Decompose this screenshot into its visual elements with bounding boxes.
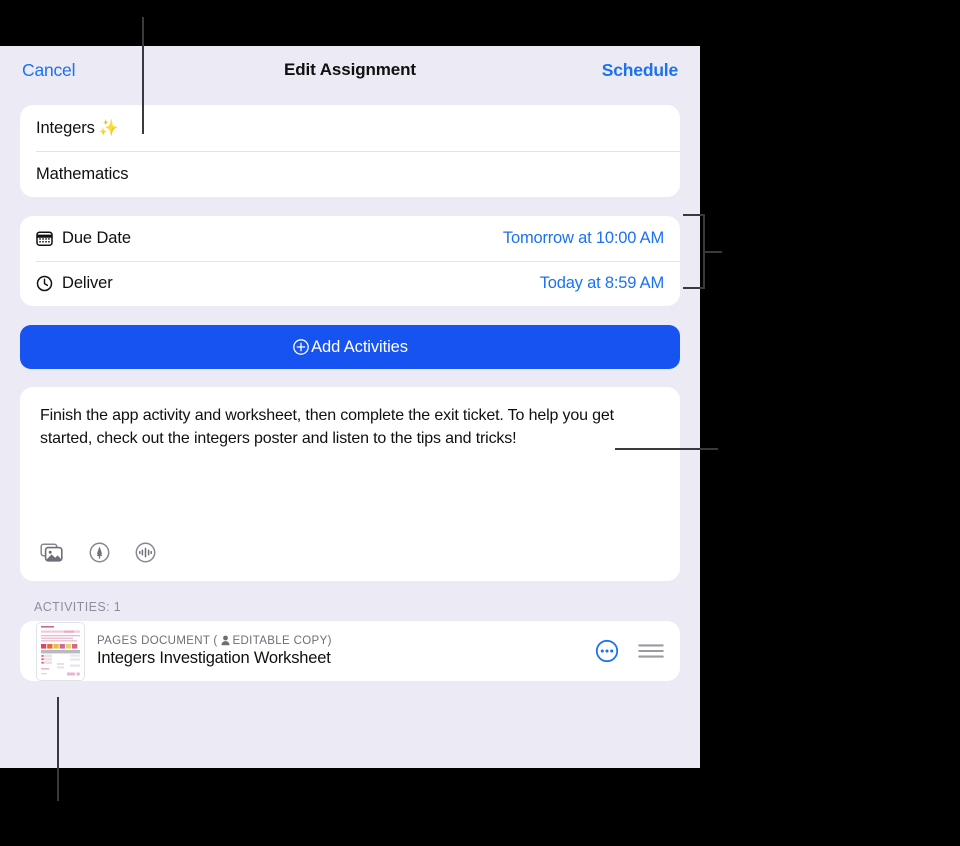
activity-thumbnail-callout-line — [57, 697, 59, 801]
deliver-label: Deliver — [62, 274, 113, 292]
activities-section-label: ACTIVITIES: 1 — [34, 600, 122, 614]
class-name-value: Mathematics — [36, 164, 129, 183]
page-title: Edit Assignment — [284, 60, 416, 79]
schedule-card: Due Date Tomorrow at 10:00 AM Deliver To… — [20, 216, 680, 306]
activity-kind-label: PAGES DOCUMENT — [97, 634, 211, 647]
dates-bracket-bottom-arm — [683, 287, 705, 289]
activity-title: Integers Investigation Worksheet — [97, 648, 331, 667]
activity-actions — [595, 639, 664, 663]
assignment-title-value: Integers — [36, 118, 95, 137]
audio-recording-icon[interactable] — [135, 542, 156, 563]
activity-list-item[interactable]: PAGES DOCUMENT ( EDITABLE COPY) Integers… — [20, 621, 680, 681]
dates-bracket-top-arm — [683, 214, 705, 216]
cancel-button[interactable]: Cancel — [22, 60, 75, 81]
photos-icon[interactable] — [40, 542, 64, 563]
calendar-icon — [36, 230, 53, 247]
instructions-card: Finish the app activity and worksheet, t… — [20, 387, 680, 581]
sparkles-icon: ✨ — [98, 120, 119, 137]
plus-circle-icon — [292, 338, 310, 356]
deliver-value[interactable]: Today at 8:59 AM — [540, 274, 664, 293]
schedule-button[interactable]: Schedule — [602, 60, 678, 81]
activity-kind-row: PAGES DOCUMENT ( EDITABLE COPY) — [97, 635, 332, 647]
clock-icon — [36, 275, 53, 292]
activity-text-block: PAGES DOCUMENT ( EDITABLE COPY) Integers… — [97, 635, 332, 668]
description-callout-line — [615, 448, 718, 450]
assignment-title-field[interactable]: Integers ✨ — [20, 105, 680, 151]
attachment-toolbar — [20, 542, 680, 581]
instructions-text[interactable]: Finish the app activity and worksheet, t… — [20, 387, 680, 542]
pages-document-thumbnail — [36, 621, 85, 681]
edit-assignment-sheet: Cancel Edit Assignment Schedule Integers… — [0, 46, 700, 768]
person-icon — [221, 635, 230, 646]
due-date-label: Due Date — [62, 229, 131, 247]
add-activities-label: Add Activities — [311, 337, 408, 356]
title-field-callout-line — [142, 17, 144, 134]
open-paren: ( — [213, 634, 218, 647]
more-circle-icon[interactable] — [595, 639, 619, 663]
activity-card: PAGES DOCUMENT ( EDITABLE COPY) Integers… — [20, 621, 680, 681]
editable-copy-label: EDITABLE COPY) — [232, 634, 332, 647]
deliver-row[interactable]: Deliver Today at 8:59 AM — [20, 261, 680, 306]
reorder-handle-icon[interactable] — [638, 642, 664, 660]
markup-pen-icon[interactable] — [89, 542, 110, 563]
due-date-value[interactable]: Tomorrow at 10:00 AM — [503, 229, 664, 248]
dates-bracket-leader — [703, 251, 722, 253]
class-name-field[interactable]: Mathematics — [20, 151, 680, 197]
navigation-bar: Cancel Edit Assignment Schedule — [0, 46, 700, 94]
add-activities-button[interactable]: Add Activities — [20, 325, 680, 369]
due-date-row[interactable]: Due Date Tomorrow at 10:00 AM — [20, 216, 680, 261]
assignment-details-card: Integers ✨ Mathematics — [20, 105, 680, 197]
